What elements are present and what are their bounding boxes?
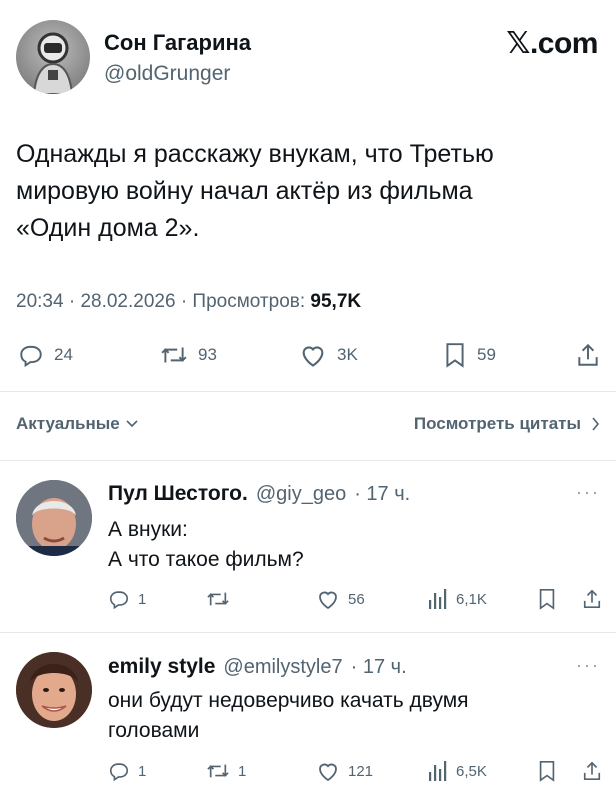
- view-quotes-link[interactable]: Посмотреть цитаты: [414, 414, 600, 434]
- reply-count: 24: [54, 345, 73, 364]
- divider: [0, 632, 616, 633]
- reply-bookmark-button[interactable]: [537, 760, 557, 782]
- reply-header: Пул Шестого. @giy_geo · 17 ч.: [108, 482, 410, 506]
- repost-button[interactable]: 93: [160, 342, 217, 368]
- sort-label: Актуальные: [16, 414, 120, 433]
- tweet-text: Однажды я расскажу внукам, что Третью ми…: [16, 136, 600, 247]
- reply-author-handle[interactable]: @giy_geo: [256, 483, 346, 506]
- views-count: 95,7K: [310, 291, 362, 312]
- like-count: 121: [348, 762, 374, 780]
- reply-text-line: головами: [108, 719, 200, 742]
- more-options-icon[interactable]: ···: [576, 655, 600, 676]
- like-button[interactable]: 3K: [299, 342, 358, 368]
- reply-author-name[interactable]: Пул Шестого.: [108, 482, 248, 506]
- sort-dropdown[interactable]: Актуальные: [16, 414, 138, 434]
- reply-share-button[interactable]: [582, 760, 602, 782]
- bookmark-button[interactable]: 59: [443, 342, 496, 368]
- chevron-right-icon: [592, 417, 600, 431]
- reply-text: А внуки: А что такое фильм?: [108, 515, 578, 575]
- reply-author-handle[interactable]: @emilystyle7: [223, 656, 342, 679]
- reply-avatar[interactable]: [16, 652, 92, 728]
- like-count: 56: [348, 590, 365, 608]
- bookmark-icon: [446, 343, 464, 368]
- views-chart-icon: [429, 761, 447, 781]
- reply-button[interactable]: 24: [18, 342, 73, 368]
- reply-bookmark-button[interactable]: [537, 588, 557, 610]
- reply-time[interactable]: · 17 ч.: [354, 483, 410, 506]
- reply-repost-button[interactable]: 1: [206, 760, 246, 782]
- divider: [0, 391, 616, 392]
- meta-dot: ·: [180, 291, 193, 312]
- reply-avatar[interactable]: [16, 480, 92, 556]
- tweet-meta: 20:34 · 28.02.2026 · Просмотров: 95,7K: [16, 291, 361, 313]
- views-count: 6,5K: [456, 762, 487, 780]
- repost-count: 1: [238, 762, 247, 780]
- brand-watermark: 𝕏.com: [506, 27, 598, 60]
- share-icon: [583, 589, 601, 608]
- share-icon: [583, 761, 601, 780]
- reply-text: они будут недоверчиво качать двумя голов…: [108, 686, 578, 746]
- reply-like-button[interactable]: 121: [316, 760, 373, 782]
- reply-reply-button[interactable]: 1: [108, 588, 146, 610]
- heart-icon: [319, 591, 337, 610]
- reply-text-line: А внуки:: [108, 518, 188, 541]
- reply-repost-button[interactable]: [206, 588, 238, 610]
- author-handle[interactable]: @oldGrunger: [104, 62, 230, 86]
- reply-icon: [20, 345, 42, 368]
- chevron-down-icon: [126, 420, 138, 428]
- repost-icon: [207, 764, 229, 778]
- views-chart-icon: [429, 589, 447, 609]
- reply-count: 1: [138, 762, 147, 780]
- reply-views-button[interactable]: 6,5K: [428, 760, 487, 782]
- reply-icon: [109, 763, 129, 782]
- bookmark-count: 59: [477, 345, 496, 364]
- author-name[interactable]: Сон Гагарина: [104, 30, 251, 56]
- more-options-icon[interactable]: ···: [576, 482, 600, 503]
- reply-author-name[interactable]: emily style: [108, 655, 215, 679]
- views-count: 6,1K: [456, 590, 487, 608]
- meta-dot: ·: [68, 291, 81, 312]
- reply-like-button[interactable]: 56: [316, 588, 365, 610]
- reply-views-button[interactable]: 6,1K: [428, 588, 487, 610]
- reply-count: 1: [138, 590, 147, 608]
- repost-icon: [207, 592, 229, 606]
- share-icon: [578, 343, 598, 366]
- reply-text-line: А что такое фильм?: [108, 548, 304, 571]
- reply-header: emily style @emilystyle7 · 17 ч.: [108, 655, 407, 679]
- reply-time[interactable]: · 17 ч.: [351, 656, 407, 679]
- tweet-time[interactable]: 20:34: [16, 291, 64, 312]
- quotes-label: Посмотреть цитаты: [413, 414, 581, 433]
- reply-share-button[interactable]: [582, 588, 602, 610]
- repost-icon: [161, 347, 187, 363]
- divider: [0, 460, 616, 461]
- bookmark-icon: [539, 761, 555, 782]
- tweet-text-line: «Один дома 2».: [16, 214, 200, 242]
- share-button[interactable]: [576, 342, 600, 368]
- reply-reply-button[interactable]: 1: [108, 760, 146, 782]
- tweet-text-line: Однажды я расскажу внукам, что Третью: [16, 140, 494, 168]
- heart-icon: [319, 763, 337, 782]
- views-label: Просмотров:: [192, 291, 306, 312]
- reply-icon: [109, 591, 129, 610]
- author-avatar[interactable]: [16, 20, 90, 94]
- reply-text-line: они будут недоверчиво качать двумя: [108, 689, 469, 712]
- bookmark-icon: [539, 589, 555, 610]
- heart-icon: [302, 346, 324, 367]
- repost-count: 93: [198, 345, 217, 364]
- tweet-text-line: мировую войну начал актёр из фильма: [16, 177, 473, 205]
- tweet-date[interactable]: 28.02.2026: [80, 291, 175, 312]
- like-count: 3K: [337, 345, 358, 364]
